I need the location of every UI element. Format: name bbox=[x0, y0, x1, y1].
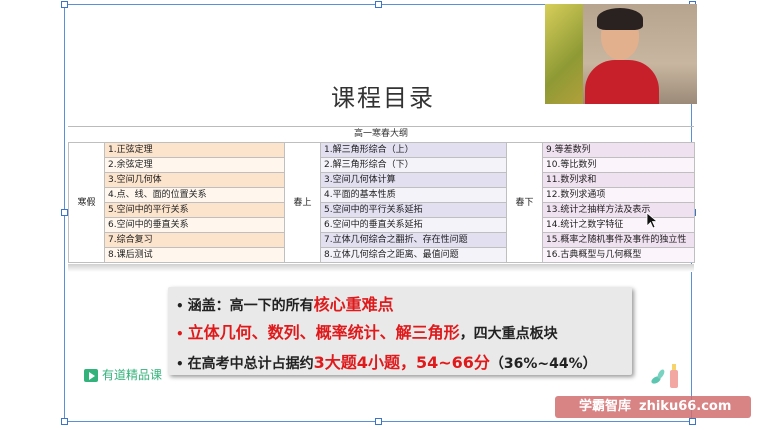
left-panel bbox=[0, 0, 64, 430]
table-row: 6.空间中的垂直关系 6.空间中的垂直关系延拓 14.统计之数字特征 bbox=[69, 217, 695, 233]
summary-box: • 涵盖：高一下的所有核心重难点 • 立体几何、数列、概率统计、解三角形，四大重点板… bbox=[168, 287, 632, 375]
resize-handle-top-left[interactable] bbox=[61, 1, 68, 8]
table-row: 5.空间中的平行关系 5.空间中的平行关系延拓 13.统计之抽样方法及表示 bbox=[69, 202, 695, 218]
resize-handle-top-middle[interactable] bbox=[375, 1, 382, 8]
presenter-body bbox=[585, 60, 659, 104]
outline-cell: 3.空间几何体计算 bbox=[320, 172, 507, 188]
table-row: 寒假 1.正弦定理 春上 1.解三角形综合（上） 春下 9.等差数列 bbox=[68, 142, 695, 263]
presenter-hair bbox=[597, 8, 643, 30]
summary-line-modules: • 立体几何、数列、概率统计、解三角形，四大重点板块 bbox=[176, 323, 558, 342]
outline-cell: 4.平面的基本性质 bbox=[320, 187, 507, 203]
outline-cell: 8.课后测试 bbox=[104, 247, 285, 263]
resize-handle-bottom-left[interactable] bbox=[61, 418, 68, 425]
summary-line-coverage: • 涵盖：高一下的所有核心重难点 bbox=[176, 295, 394, 314]
youdao-logo: 有道精品课 bbox=[84, 366, 162, 383]
outline-cell: 7.综合复习 bbox=[104, 232, 285, 248]
outline-cell: 1.解三角形综合（上） bbox=[320, 142, 507, 158]
play-logo-icon bbox=[84, 369, 98, 382]
course-outline-table: 寒假 1.正弦定理 春上 1.解三角形综合（上） 春下 9.等差数列 2.余弦定理 2.解三角… bbox=[68, 142, 695, 263]
outline-cell: 15.概率之随机事件及事件的独立性 bbox=[542, 232, 695, 248]
outline-cell: 9.等差数列 bbox=[542, 142, 695, 158]
plant-background bbox=[545, 4, 583, 104]
slide-title: 课程目录 bbox=[331, 84, 435, 112]
outline-cell: 1.正弦定理 bbox=[104, 142, 285, 158]
outline-cell: 10.等比数列 bbox=[542, 157, 695, 173]
table-row: 4.点、线、面的位置关系 4.平面的基本性质 12.数列求通项 bbox=[69, 187, 695, 203]
summary-line-exam-share: • 在高考中总计占据约3大题4小题，54~66分（36%~44%） bbox=[176, 353, 597, 372]
outline-cell: 5.空间中的平行关系 bbox=[104, 202, 285, 218]
outline-cell: 14.统计之数字特征 bbox=[542, 217, 695, 233]
mouse-cursor-icon bbox=[646, 212, 659, 229]
season-spring-a-label: 春上 bbox=[284, 142, 321, 263]
season-spring-b-label: 春下 bbox=[506, 142, 543, 263]
table-shadow bbox=[68, 264, 694, 272]
resize-handle-bottom-middle[interactable] bbox=[375, 418, 382, 425]
outline-cell: 13.统计之抽样方法及表示 bbox=[542, 202, 695, 218]
resize-handle-bottom-right[interactable] bbox=[689, 418, 696, 425]
outline-cell: 12.数列求通项 bbox=[542, 187, 695, 203]
season-winter-label: 寒假 bbox=[68, 142, 105, 263]
outline-cell: 2.余弦定理 bbox=[104, 157, 285, 173]
table-row: 2.余弦定理 2.解三角形综合（下） 10.等比数列 bbox=[69, 157, 695, 173]
outline-cell: 7.立体几何综合之翻折、存在性问题 bbox=[320, 232, 507, 248]
outline-cell: 11.数列求和 bbox=[542, 172, 695, 188]
outline-cell: 3.空间几何体 bbox=[104, 172, 285, 188]
decorative-plant-icon bbox=[651, 364, 678, 388]
table-row: 3.空间几何体 3.空间几何体计算 11.数列求和 bbox=[69, 172, 695, 188]
outline-cell: 6.空间中的垂直关系 bbox=[104, 217, 285, 233]
outline-cell: 2.解三角形综合（下） bbox=[320, 157, 507, 173]
outline-cell: 16.古典概型与几何概型 bbox=[542, 247, 695, 263]
outline-cell: 8.立体几何综合之距离、最值问题 bbox=[320, 247, 507, 263]
table-row: 7.综合复习 7.立体几何综合之翻折、存在性问题 15.概率之随机事件及事件的独立性 bbox=[69, 232, 695, 248]
outline-cell: 4.点、线、面的位置关系 bbox=[104, 187, 285, 203]
resize-handle-left-middle[interactable] bbox=[61, 209, 68, 216]
outline-cell: 6.空间中的垂直关系延拓 bbox=[320, 217, 507, 233]
table-row: 8.课后测试 8.立体几何综合之距离、最值问题 16.古典概型与几何概型 bbox=[69, 247, 695, 263]
site-watermark: 学霸智库 zhiku66.com bbox=[555, 396, 751, 418]
outline-cell: 5.空间中的平行关系延拓 bbox=[320, 202, 507, 218]
webcam-overlay bbox=[545, 4, 697, 104]
